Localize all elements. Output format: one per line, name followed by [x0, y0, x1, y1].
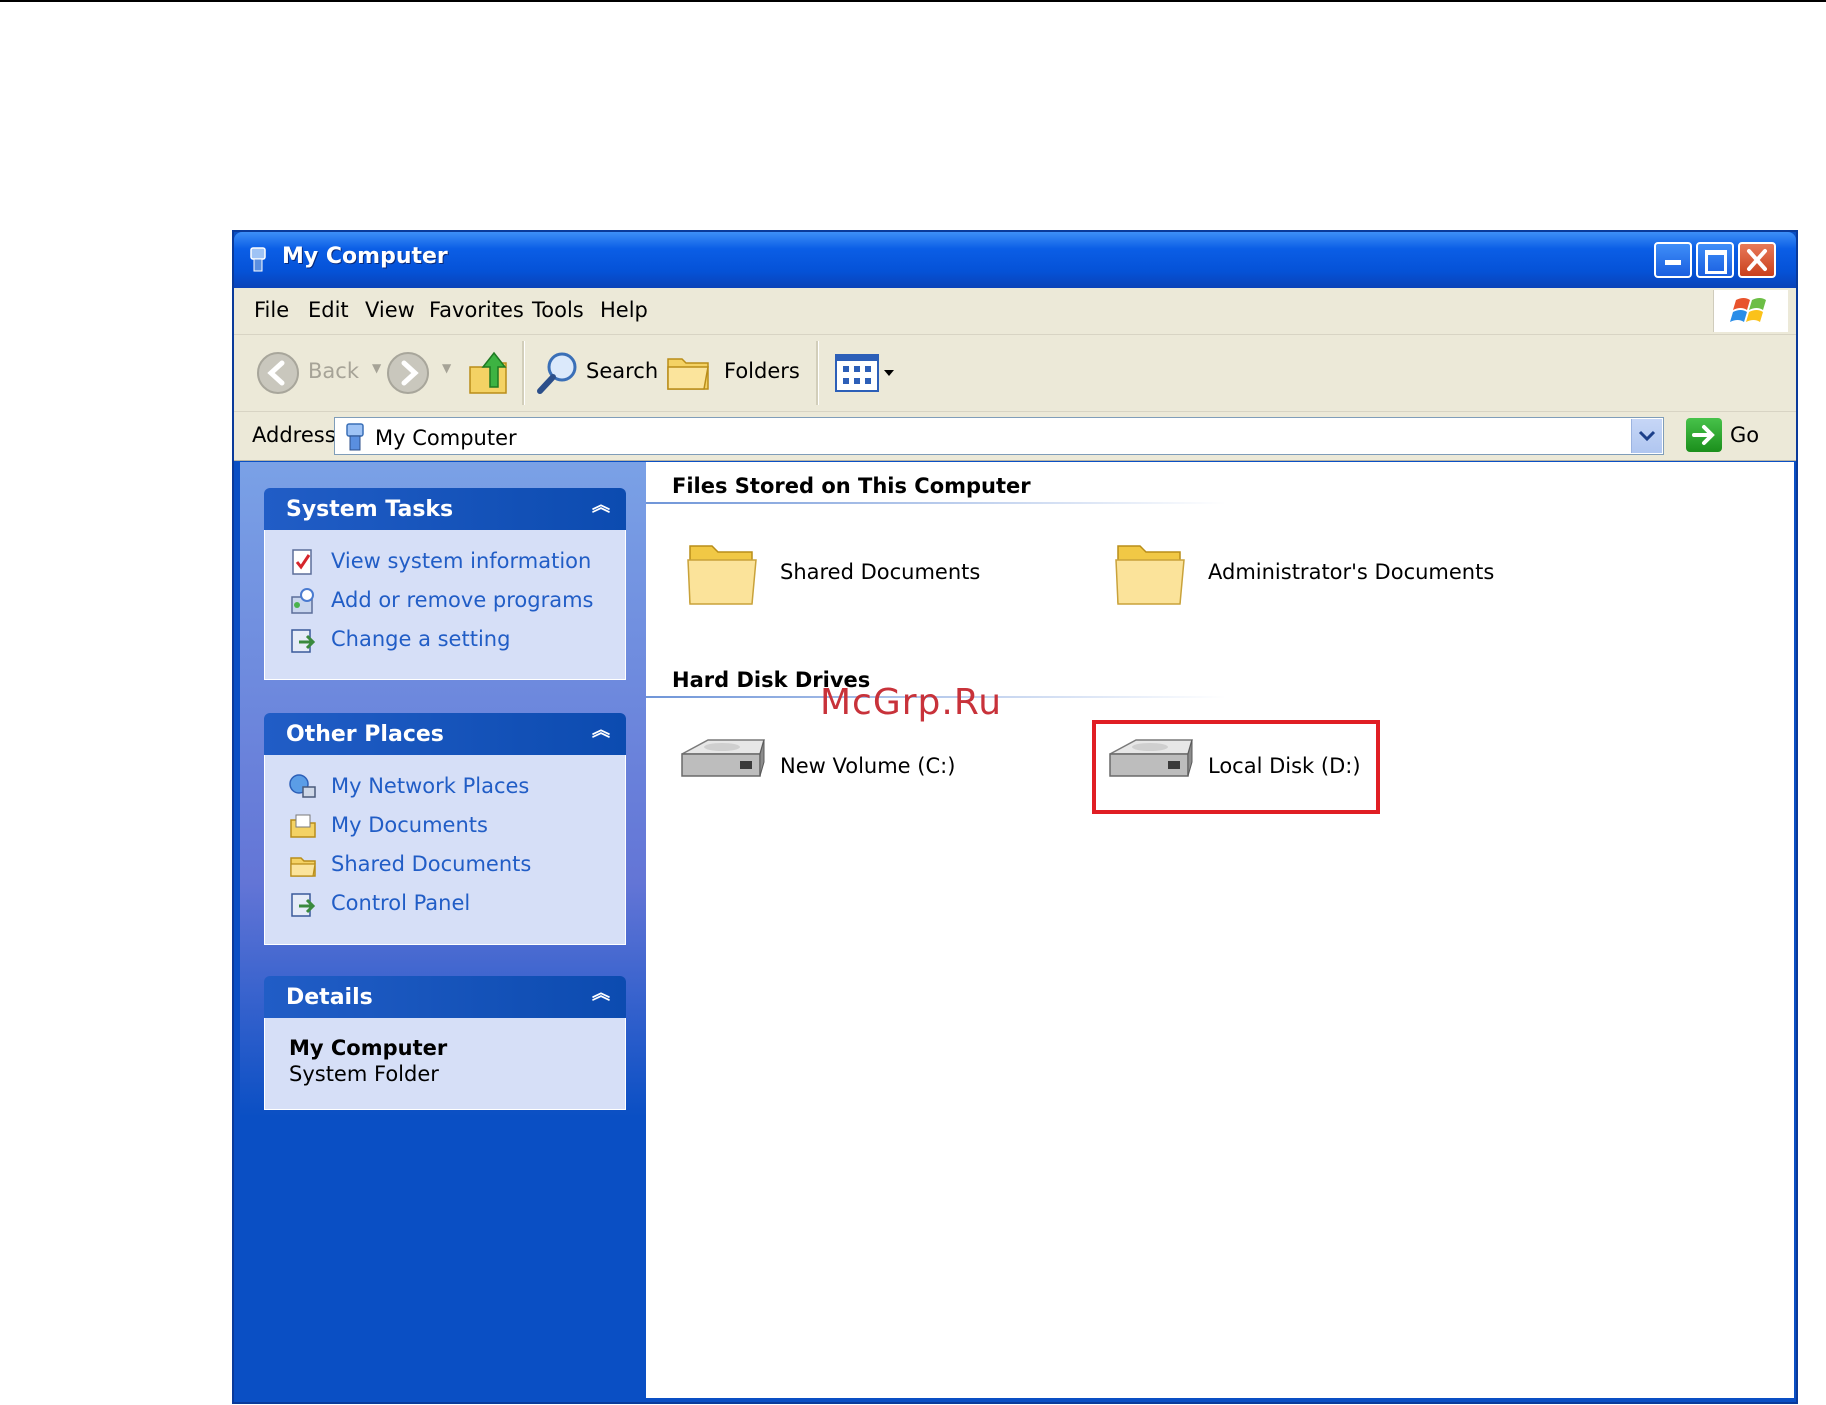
content-pane: Files Stored on This Computer Shared Doc… [646, 462, 1794, 1398]
folders-button[interactable]: Folders [724, 359, 800, 383]
files-group-title: Files Stored on This Computer [672, 474, 1031, 498]
item-label: New Volume (C:) [780, 754, 956, 778]
task-label[interactable]: View system information [331, 549, 591, 573]
task-label[interactable]: Add or remove programs [331, 588, 594, 612]
task-label[interactable]: Change a setting [331, 627, 510, 651]
details-panel: Details ︽ My Computer System Folder [264, 976, 626, 1110]
top-rule [0, 0, 1826, 2]
menu-view[interactable]: View [365, 298, 415, 322]
other-places-panel: Other Places ︽ My Network Places My Docu… [264, 713, 626, 945]
my-computer-icon [250, 247, 266, 272]
add-remove-programs-icon [291, 588, 314, 614]
system-tasks-panel: System Tasks ︽ View system information A… [264, 488, 626, 680]
system-tasks-body: View system information Add or remove pr… [264, 530, 626, 680]
explorer-window: My Computer File Edit View Favorites Too… [232, 230, 1798, 1404]
place-label[interactable]: My Network Places [331, 774, 529, 798]
place-label[interactable]: Shared Documents [331, 852, 531, 876]
item-label: Administrator's Documents [1208, 560, 1495, 584]
item-drive-c[interactable]: New Volume (C:) [676, 728, 976, 808]
folder-icon [1115, 545, 1185, 605]
forward-arrow-icon[interactable] [386, 351, 430, 395]
item-administrators-documents[interactable]: Administrator's Documents [1104, 532, 1504, 612]
go-button[interactable] [1686, 418, 1722, 452]
details-type: System Folder [289, 1062, 439, 1086]
maximize-button[interactable] [1696, 242, 1734, 278]
maximize-icon [1705, 250, 1727, 274]
menu-favorites[interactable]: Favorites [429, 298, 524, 322]
watermark: McGrp.Ru [820, 682, 1003, 723]
highlight-box [1092, 720, 1380, 814]
shared-folder-icon [290, 857, 316, 877]
details-header[interactable]: Details ︽ [264, 976, 626, 1018]
details-body: My Computer System Folder [264, 1018, 626, 1110]
system-info-icon [292, 549, 312, 575]
views-icon[interactable] [834, 353, 898, 393]
details-name: My Computer [289, 1036, 448, 1060]
up-folder-icon[interactable] [466, 349, 510, 397]
close-icon [1747, 249, 1767, 271]
menu-tools[interactable]: Tools [532, 298, 584, 322]
collapse-icon[interactable]: ︽ [590, 984, 612, 1006]
address-label: Address [252, 423, 336, 447]
my-documents-icon [290, 814, 316, 838]
item-label: Shared Documents [780, 560, 981, 584]
collapse-icon[interactable]: ︽ [590, 721, 612, 743]
windows-logo [1713, 290, 1788, 332]
control-panel-icon [291, 629, 316, 653]
folder-icon [687, 545, 757, 605]
system-tasks-title: System Tasks [286, 497, 454, 522]
other-places-body: My Network Places My Documents Shared Do… [264, 755, 626, 945]
search-icon[interactable] [534, 349, 580, 397]
other-places-header[interactable]: Other Places ︽ [264, 713, 626, 755]
group-divider [646, 502, 1226, 504]
toolbar-separator [816, 341, 819, 405]
menu-file[interactable]: File [254, 298, 289, 322]
place-label[interactable]: Control Panel [331, 891, 470, 915]
control-panel-icon [291, 893, 316, 917]
toolbar-separator [522, 341, 525, 405]
address-bar: Address My Computer Go [234, 412, 1796, 461]
minimize-button[interactable] [1654, 242, 1692, 278]
address-dropdown-button[interactable] [1631, 419, 1662, 453]
menu-edit[interactable]: Edit [308, 298, 349, 322]
back-arrow-icon[interactable] [256, 351, 300, 395]
go-label[interactable]: Go [1730, 423, 1759, 447]
back-dropdown-icon[interactable]: ▼ [372, 361, 381, 375]
search-button[interactable]: Search [586, 359, 658, 383]
task-pane: System Tasks ︽ View system information A… [240, 462, 646, 1398]
address-input[interactable]: My Computer [334, 417, 1664, 455]
toolbar: Back ▼ ▼ Search Folders [234, 335, 1796, 412]
folders-icon[interactable] [666, 351, 712, 393]
windows-flag-icon [1730, 298, 1766, 322]
chevron-down-icon [1638, 430, 1656, 442]
window-title: My Computer [282, 244, 448, 269]
address-value: My Computer [375, 426, 517, 450]
system-tasks-header[interactable]: System Tasks ︽ [264, 488, 626, 530]
menu-help[interactable]: Help [600, 298, 648, 322]
details-title: Details [286, 985, 373, 1010]
item-shared-documents[interactable]: Shared Documents [676, 532, 980, 612]
go-arrow-icon [1692, 425, 1715, 445]
other-places-title: Other Places [286, 722, 444, 747]
hard-drive-icon [681, 739, 765, 777]
my-computer-icon [346, 423, 364, 451]
collapse-icon[interactable]: ︽ [590, 496, 612, 518]
minimize-icon [1665, 260, 1681, 265]
title-bar[interactable]: My Computer [234, 232, 1796, 288]
forward-dropdown-icon[interactable]: ▼ [442, 361, 451, 375]
menu-bar: File Edit View Favorites Tools Help [234, 288, 1796, 335]
network-places-icon [289, 774, 316, 798]
place-label[interactable]: My Documents [331, 813, 488, 837]
close-button[interactable] [1738, 242, 1776, 278]
back-label[interactable]: Back [308, 359, 359, 383]
